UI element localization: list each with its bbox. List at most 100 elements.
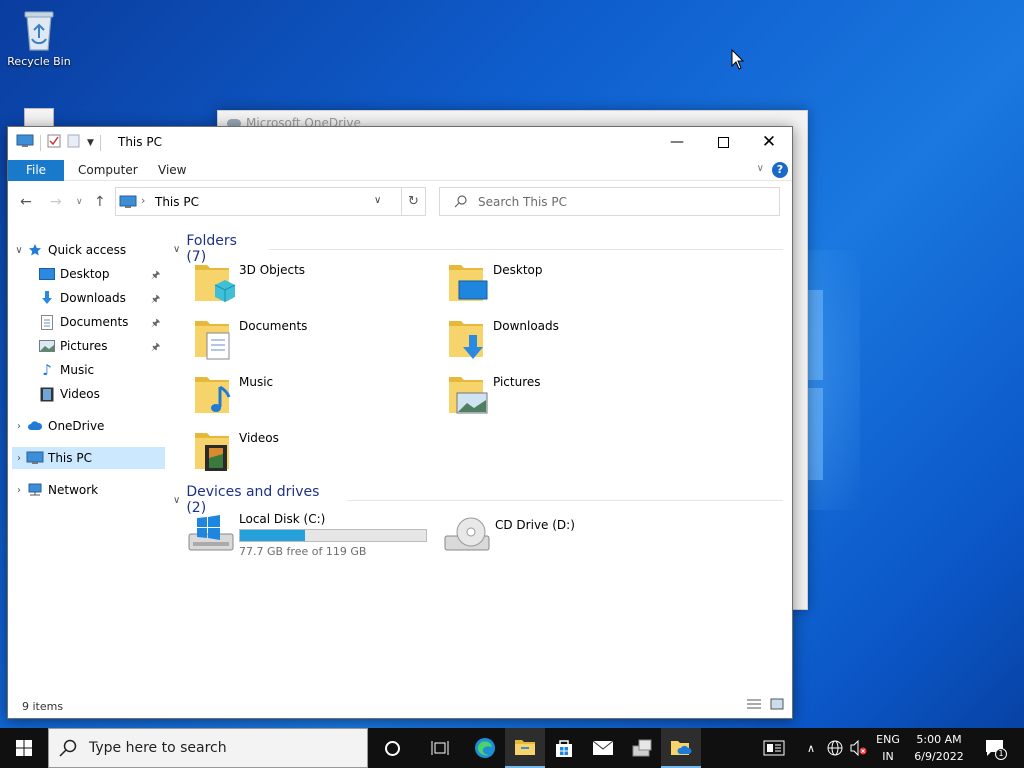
- sidebar-item-label: Documents: [60, 315, 129, 329]
- drive-local-disk-c[interactable]: Local Disk (C:) 77.7 GB free of 119 GB: [187, 512, 427, 558]
- folder-documents[interactable]: Documents: [193, 315, 307, 361]
- folder-videos[interactable]: Videos: [193, 427, 279, 473]
- edge-icon: [475, 738, 495, 758]
- collapsed-chevron-icon[interactable]: ›: [12, 485, 26, 496]
- maximize-icon: [717, 136, 729, 148]
- taskbar-search-box[interactable]: Type here to search: [48, 728, 368, 768]
- network-status-button[interactable]: [824, 728, 846, 768]
- sidebar-item-pictures[interactable]: Pictures: [38, 335, 164, 357]
- sidebar-item-downloads[interactable]: Downloads: [38, 287, 164, 309]
- folder-downloads[interactable]: Downloads: [447, 315, 559, 361]
- search-box[interactable]: [439, 187, 780, 216]
- expanded-chevron-icon[interactable]: ∨: [173, 495, 180, 506]
- recycle-bin-desktop-icon[interactable]: Recycle Bin: [6, 8, 72, 68]
- news-widget-button[interactable]: [754, 728, 794, 768]
- expanded-chevron-icon[interactable]: ∨: [12, 245, 26, 256]
- maximize-button[interactable]: [700, 127, 746, 157]
- close-button[interactable]: ✕: [746, 127, 792, 157]
- sidebar-item-this-pc[interactable]: › This PC: [12, 447, 165, 469]
- customize-toolbar-chevron-icon[interactable]: ▼: [87, 138, 94, 148]
- title-bar[interactable]: ▼ This PC — ✕: [8, 127, 792, 157]
- network-app-button[interactable]: [622, 728, 662, 768]
- pin-icon[interactable]: 🖈: [151, 340, 160, 357]
- documents-folder-icon: [193, 315, 235, 361]
- tab-file[interactable]: File: [8, 160, 64, 181]
- back-button[interactable]: ←: [20, 194, 32, 210]
- sidebar-item-desktop[interactable]: Desktop: [38, 263, 164, 285]
- tab-view[interactable]: View: [158, 160, 186, 181]
- sidebar-item-label: Desktop: [60, 267, 110, 281]
- recent-locations-button[interactable]: ∨: [76, 197, 83, 207]
- volume-button[interactable]: [848, 728, 870, 768]
- file-explorer-window[interactable]: ▼ This PC — ✕ File Computer View ∨ ? ← →…: [7, 126, 793, 719]
- sidebar-item-quick-access[interactable]: ∨ Quick access: [12, 239, 162, 261]
- folder-music[interactable]: Music: [193, 371, 273, 417]
- onedrive-folder-icon: [671, 741, 692, 755]
- taskbar-search-text: Type here to search: [89, 740, 227, 756]
- view-toggle: [746, 698, 784, 713]
- tab-computer[interactable]: Computer: [78, 160, 138, 181]
- mail-button[interactable]: [583, 728, 623, 768]
- folder-desktop[interactable]: Desktop: [447, 259, 543, 305]
- sidebar-item-onedrive[interactable]: › OneDrive: [12, 415, 162, 437]
- task-view-icon: [431, 741, 449, 755]
- onedrive-folder-button[interactable]: [661, 728, 701, 768]
- desktop-file-icon[interactable]: [24, 108, 54, 128]
- input-language-indicator[interactable]: ENG IN: [872, 731, 904, 765]
- cortana-button[interactable]: [372, 728, 412, 768]
- edge-button[interactable]: [465, 728, 505, 768]
- recycle-bin-label: Recycle Bin: [7, 55, 71, 68]
- address-dropdown-chevron-icon[interactable]: ∨: [374, 195, 381, 206]
- sidebar-item-documents[interactable]: Documents: [38, 311, 164, 333]
- breadcrumb-chevron-icon[interactable]: ›: [141, 194, 145, 207]
- clock-time: 5:00 AM: [916, 733, 962, 746]
- address-bar[interactable]: › This PC ∨ ↻: [115, 187, 426, 216]
- window-title: This PC: [118, 135, 162, 149]
- folder-3d-objects[interactable]: 3D Objects: [193, 259, 305, 305]
- folder-label: Music: [239, 375, 274, 389]
- details-view-icon[interactable]: [746, 698, 762, 713]
- refresh-button[interactable]: ↻: [401, 188, 425, 215]
- store-bag-icon: [556, 740, 572, 757]
- windows-drive-icon: [187, 512, 235, 556]
- search-icon: [454, 194, 468, 211]
- properties-icon[interactable]: [47, 134, 61, 151]
- folder-label: Documents: [239, 319, 308, 333]
- pin-icon[interactable]: 🖈: [151, 316, 160, 333]
- ribbon-tabs: File Computer View ∨ ?: [8, 157, 792, 181]
- show-hidden-icons-button[interactable]: ∧: [802, 728, 820, 768]
- clock[interactable]: 5:00 AM 6/9/2022: [910, 731, 968, 765]
- help-icon[interactable]: ?: [772, 162, 788, 178]
- start-button[interactable]: [0, 728, 48, 768]
- sidebar-item-videos[interactable]: Videos: [38, 383, 164, 405]
- sidebar-item-network[interactable]: › Network: [12, 479, 162, 501]
- cd-drive-icon: [443, 512, 491, 556]
- forward-button[interactable]: →: [50, 194, 62, 210]
- minimize-button[interactable]: —: [654, 127, 700, 157]
- large-icons-view-icon[interactable]: [770, 698, 784, 713]
- sidebar-item-music[interactable]: ♪ Music: [38, 359, 164, 381]
- folder-pictures[interactable]: Pictures: [447, 371, 541, 417]
- search-input[interactable]: [478, 193, 768, 211]
- up-button[interactable]: ↑: [94, 194, 106, 210]
- recycle-bin-icon: [19, 8, 59, 52]
- task-view-button[interactable]: [420, 728, 460, 768]
- new-folder-icon[interactable]: [67, 134, 81, 151]
- collapsed-chevron-icon[interactable]: ›: [12, 453, 26, 464]
- up-arrow-icon: ↑: [94, 194, 106, 210]
- collapsed-chevron-icon[interactable]: ›: [12, 421, 26, 432]
- pin-icon[interactable]: 🖈: [151, 292, 160, 309]
- store-button[interactable]: [544, 728, 584, 768]
- expanded-chevron-icon[interactable]: ∨: [173, 244, 180, 255]
- folder-label: Pictures: [493, 375, 541, 389]
- breadcrumb-this-pc[interactable]: This PC: [155, 195, 199, 209]
- windows-logo-icon: [16, 740, 32, 756]
- pin-icon[interactable]: 🖈: [151, 268, 160, 285]
- file-explorer-button[interactable]: [505, 728, 545, 768]
- this-pc-icon: [119, 195, 137, 212]
- folder-label: Videos: [239, 431, 279, 445]
- expand-ribbon-chevron-icon[interactable]: ∨: [757, 163, 764, 174]
- notification-center-button[interactable]: 1: [980, 728, 1010, 768]
- sidebar-item-label: OneDrive: [48, 419, 105, 433]
- drive-cd-d[interactable]: CD Drive (D:): [443, 512, 575, 556]
